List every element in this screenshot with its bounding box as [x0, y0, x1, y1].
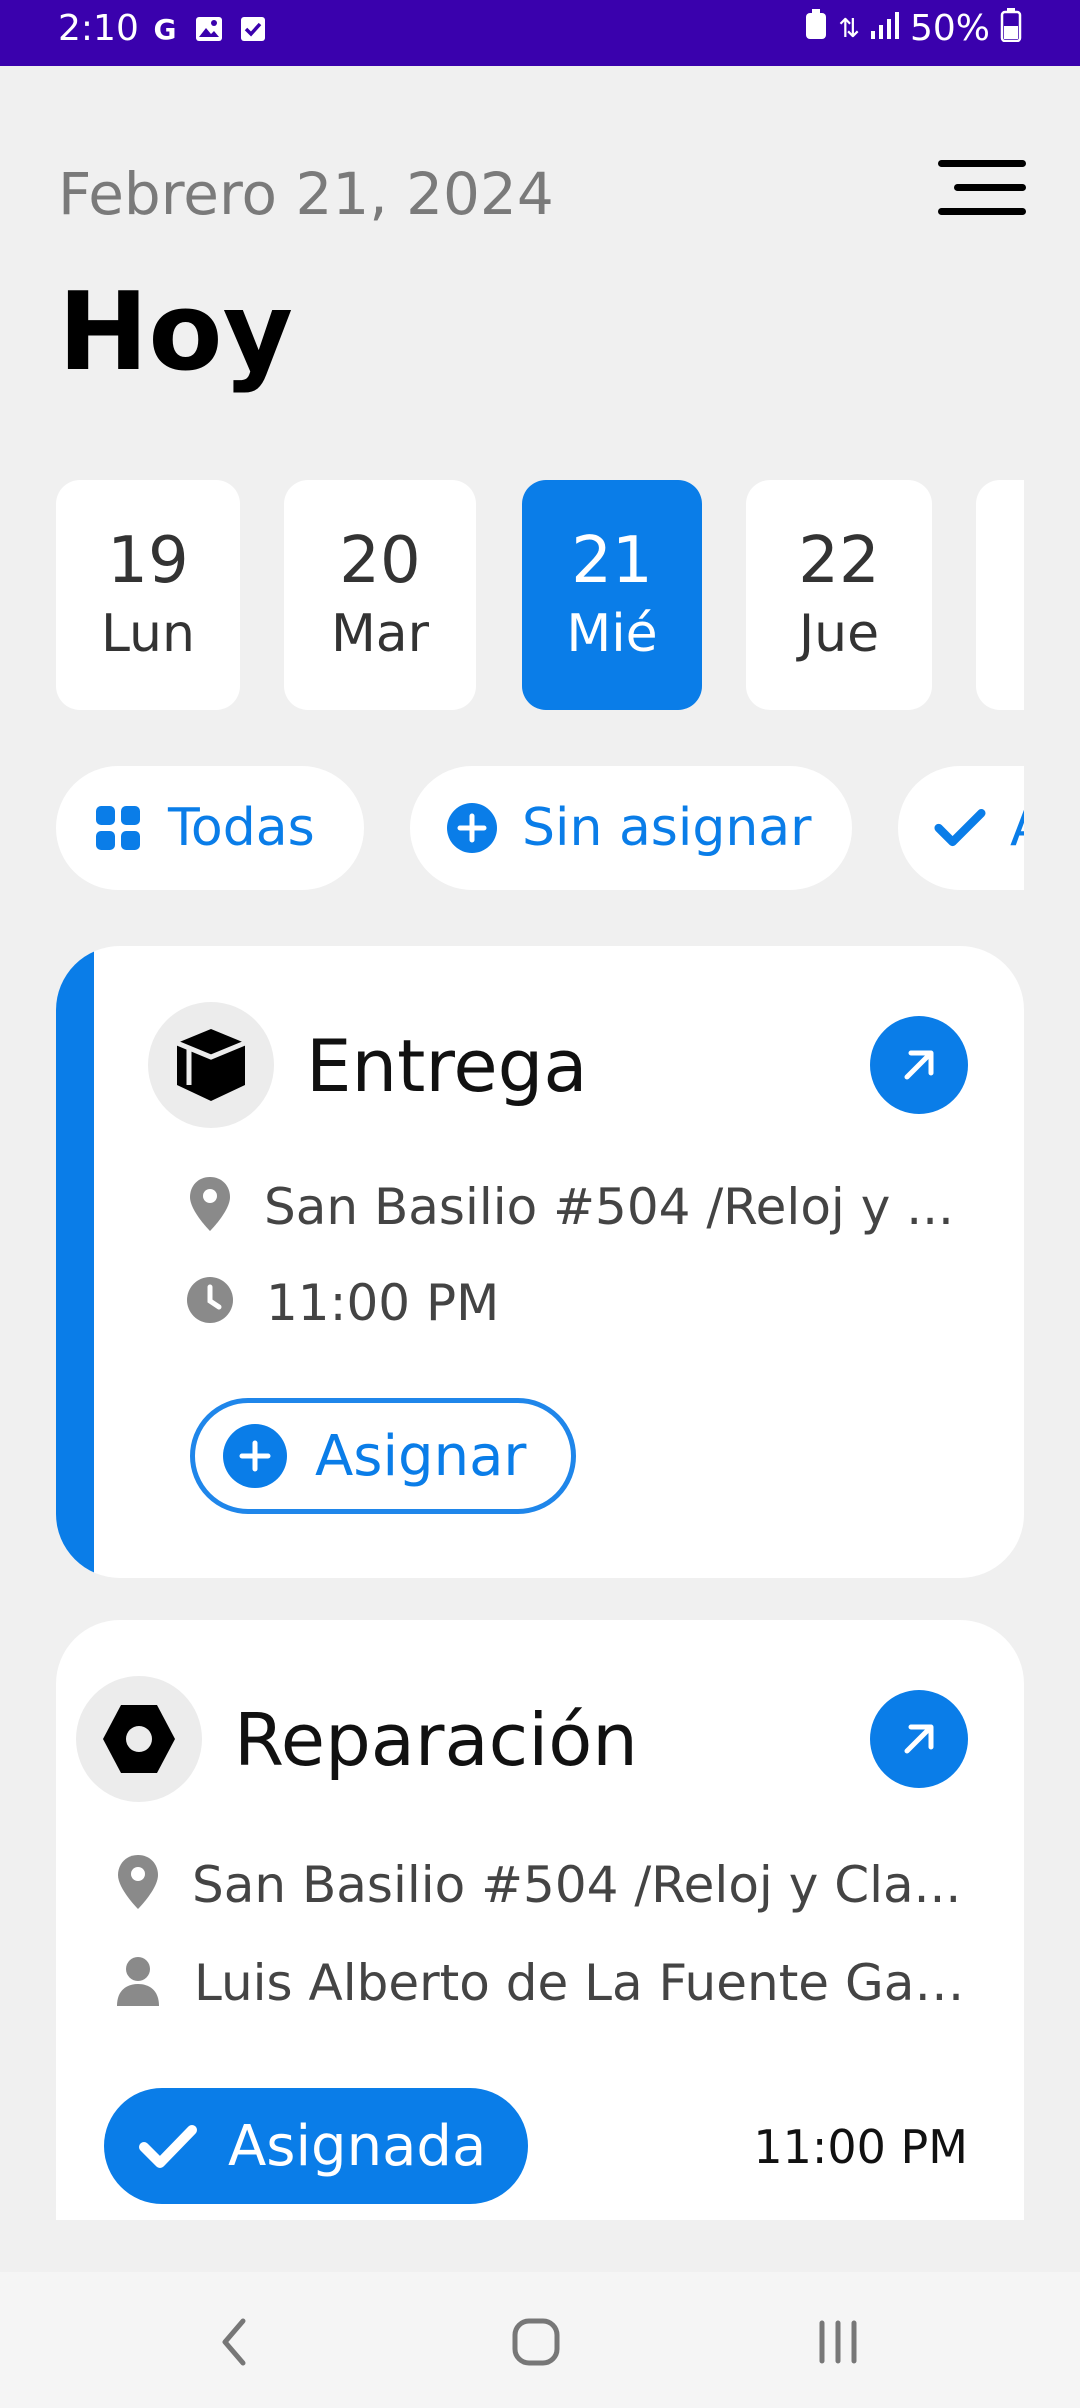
back-icon[interactable] [194, 2312, 274, 2372]
notification-icons: G [150, 12, 268, 46]
task-time: 11:00 PM [266, 1274, 500, 1332]
grid-icon [92, 802, 144, 854]
arrow-up-right-icon [904, 1724, 934, 1754]
day-item-20[interactable]: 20 Mar [284, 480, 476, 710]
day-weekday: Mar [330, 604, 430, 664]
google-icon: G [153, 12, 177, 46]
filter-label: A [1010, 798, 1024, 858]
check-icon [934, 802, 986, 854]
filter-sin-asignar[interactable]: Sin asignar [410, 766, 852, 890]
clock-icon [186, 1270, 234, 1330]
filter-todas[interactable]: Todas [56, 766, 364, 890]
day-number: 20 [339, 524, 421, 598]
arrow-up-right-icon [904, 1050, 934, 1080]
day-weekday: Lun [101, 604, 195, 664]
day-weekday: Mié [566, 604, 658, 664]
task-address: San Basilio #504 /Reloj y Cla... [192, 1856, 962, 1914]
nut-icon [76, 1676, 202, 1802]
location-pin-icon [114, 1852, 162, 1912]
signal-icon [870, 11, 900, 46]
day-selector: 19 Lun 20 Mar 21 Mié 22 Jue [56, 480, 1024, 712]
status-bar: 2:10 G ⇅ 50% [0, 0, 1080, 66]
battery-icon [1000, 8, 1022, 49]
task-type-title: Reparación [234, 1698, 638, 1782]
day-item-22[interactable]: 22 Jue [746, 480, 932, 710]
open-task-button[interactable] [870, 1690, 968, 1788]
filter-label: Sin asignar [522, 798, 812, 858]
filter-chips: Todas Sin asignar A [56, 766, 1024, 892]
task-time: 11:00 PM [753, 2120, 968, 2174]
task-card[interactable]: Entrega San Basilio #504 /Reloj y ... 11… [56, 946, 1024, 1578]
recent-apps-icon[interactable] [798, 2312, 878, 2372]
data-transfer-icon: ⇅ [838, 13, 860, 44]
location-pin-icon [186, 1174, 234, 1234]
plus-icon [223, 1424, 287, 1488]
day-item-21-selected[interactable]: 21 Mié [522, 480, 702, 710]
task-card[interactable]: Reparación San Basilio #504 /Reloj y Cla… [56, 1620, 1024, 2220]
hamburger-menu-icon[interactable] [938, 160, 1026, 224]
cube-icon [148, 1002, 274, 1128]
day-number: 22 [798, 524, 880, 598]
assigned-status-badge: Asignada [104, 2088, 528, 2204]
check-icon [138, 2123, 198, 2169]
user-icon [114, 1952, 162, 2012]
day-item-19[interactable]: 19 Lun [56, 480, 240, 710]
image-icon [194, 14, 224, 44]
day-item-next[interactable] [976, 480, 1024, 710]
unassigned-accent-bar [56, 946, 94, 1578]
task-address: San Basilio #504 /Reloj y ... [264, 1178, 954, 1236]
task-assignee: Luis Alberto de La Fuente Garc... [194, 1954, 974, 2012]
day-weekday: Jue [798, 604, 880, 664]
page-title: Hoy [58, 270, 293, 395]
battery-saver-icon [804, 9, 828, 48]
day-number: 21 [571, 524, 653, 598]
open-task-button[interactable] [870, 1016, 968, 1114]
home-icon[interactable] [496, 2312, 576, 2372]
checkbox-icon [238, 14, 268, 44]
status-right: ⇅ 50% [804, 8, 1022, 49]
plus-circle-icon [446, 802, 498, 854]
assign-button[interactable]: Asignar [190, 1398, 576, 1514]
day-number: 19 [107, 524, 189, 598]
current-date: Febrero 21, 2024 [58, 160, 554, 228]
assign-label: Asignar [315, 1423, 527, 1489]
system-nav-bar [0, 2272, 1080, 2408]
filter-asignadas[interactable]: A [898, 766, 1024, 890]
status-label: Asignada [228, 2113, 487, 2179]
task-type-title: Entrega [306, 1024, 588, 1108]
battery-percent: 50% [909, 8, 990, 49]
status-time: 2:10 [58, 8, 139, 49]
filter-label: Todas [168, 798, 315, 858]
